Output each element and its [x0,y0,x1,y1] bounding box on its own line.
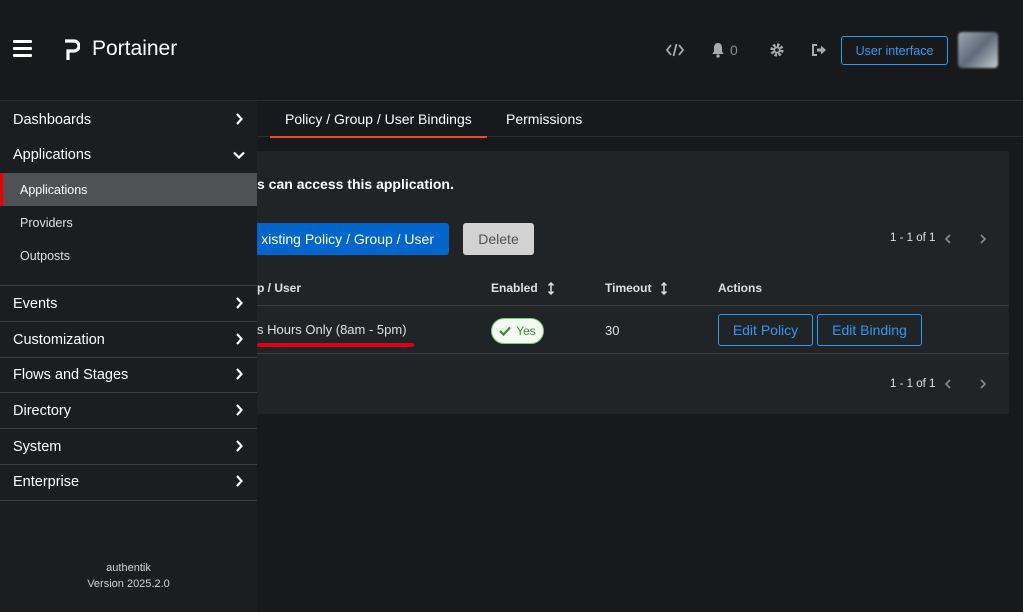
tab-label: Policy / Group / User Bindings [285,111,472,127]
tab-policy-group-user-bindings[interactable]: Policy / Group / User Bindings [270,101,487,138]
sidebar-item-directory[interactable]: Directory [0,393,257,429]
sidebar-item-events[interactable]: Events [0,286,257,322]
sidebar-item-enterprise[interactable]: Enterprise [0,464,257,500]
column-label: Timeout [605,281,652,295]
tab-bar: Policy / Group / User Bindings Permissio… [257,101,1023,138]
sidebar-item-label: Directory [13,403,72,419]
sort-icon [661,281,668,295]
sidebar-item-label: Flows and Stages [13,367,129,383]
notifications-button[interactable]: 0 [711,40,738,60]
top-header: Portainer 0 User interface [0,0,1023,101]
chevron-right-icon [236,440,243,452]
chevron-left-icon[interactable] [945,379,951,389]
chevron-right-icon [236,297,243,309]
divider [0,500,257,501]
card-description: s can access this application. [257,176,454,192]
delete-button[interactable]: Delete [463,223,534,255]
sidebar-footer: authentik Version 2025.2.0 [0,560,257,592]
sidebar-subitem-label: Outposts [20,248,71,263]
chevron-right-icon[interactable] [980,379,986,389]
column-label: p / User [257,281,302,295]
sidebar-subitem-providers[interactable]: Providers [0,206,257,239]
column-header-actions: Actions [718,281,762,295]
sidebar-item-customization[interactable]: Customization [0,322,257,358]
column-label: Actions [718,281,763,295]
pagination-info: 1 - 1 of 1 [890,232,936,244]
sidebar-item-label: Enterprise [13,474,80,490]
edit-binding-button[interactable]: Edit Binding [817,314,922,346]
logout-icon[interactable] [811,40,827,60]
pagination-bottom: 1 - 1 of 1 [890,374,935,394]
sidebar-item-label: Customization [13,332,105,348]
chevron-right-icon [236,333,243,345]
product-name: authentik [106,562,151,574]
sidebar: Dashboards Applications Applications Pro… [0,101,257,612]
chevron-down-icon [233,151,245,159]
column-header-name[interactable]: p / User [257,281,301,295]
chevron-left-icon[interactable] [945,234,951,244]
chevron-right-icon[interactable] [980,234,986,244]
column-header-enabled[interactable]: Enabled [491,281,555,295]
sidebar-item-label: Dashboards [13,112,92,128]
bell-icon [712,43,724,58]
user-interface-button[interactable]: User interface [841,36,948,65]
sidebar-item-label: Events [13,296,58,312]
timeout-value: 30 [605,323,620,338]
pagination-info: 1 - 1 of 1 [890,378,936,390]
version-label: Version 2025.2.0 [87,578,170,590]
bindings-card: s can access this application. xisting P… [257,151,1009,414]
sidebar-item-label: Applications [13,147,92,163]
divider [257,353,1009,354]
pagination-top: 1 - 1 of 1 [890,228,935,248]
column-label: Enabled [491,281,538,295]
app-title: Portainer [92,37,178,60]
binding-name: s Hours Only (8am - 5pm) [257,322,407,337]
avatar[interactable] [958,32,998,68]
check-icon [499,326,512,336]
notification-count: 0 [730,42,738,58]
gear-icon[interactable] [769,40,785,60]
bind-existing-button[interactable]: xisting Policy / Group / User [257,223,449,255]
column-header-timeout[interactable]: Timeout [605,281,668,295]
sidebar-item-flows-and-stages[interactable]: Flows and Stages [0,357,257,393]
tab-label: Permissions [506,111,583,127]
annotation-underline [257,343,414,347]
chevron-right-icon [236,404,243,416]
chevron-right-icon [236,475,243,487]
sidebar-subitem-label: Providers [20,215,73,230]
chevron-right-icon [236,368,243,380]
sidebar-item-applications[interactable]: Applications [0,137,257,173]
edit-policy-button[interactable]: Edit Policy [718,314,813,346]
tab-permissions[interactable]: Permissions [491,101,597,137]
status-badge: Yes [491,318,544,344]
sidebar-subitem-outposts[interactable]: Outposts [0,239,257,272]
sidebar-subitem-label: Applications [20,182,88,197]
status-label: Yes [516,324,536,338]
sidebar-item-dashboards[interactable]: Dashboards [0,102,257,138]
divider [257,305,1009,306]
sidebar-item-system[interactable]: System [0,429,257,465]
code-icon[interactable] [666,40,684,60]
sidebar-subitem-applications[interactable]: Applications [0,173,257,206]
sort-icon [547,281,554,295]
chevron-right-icon [236,113,243,125]
menu-icon[interactable] [13,40,32,57]
portainer-logo [65,39,80,60]
sidebar-item-label: System [13,439,62,455]
